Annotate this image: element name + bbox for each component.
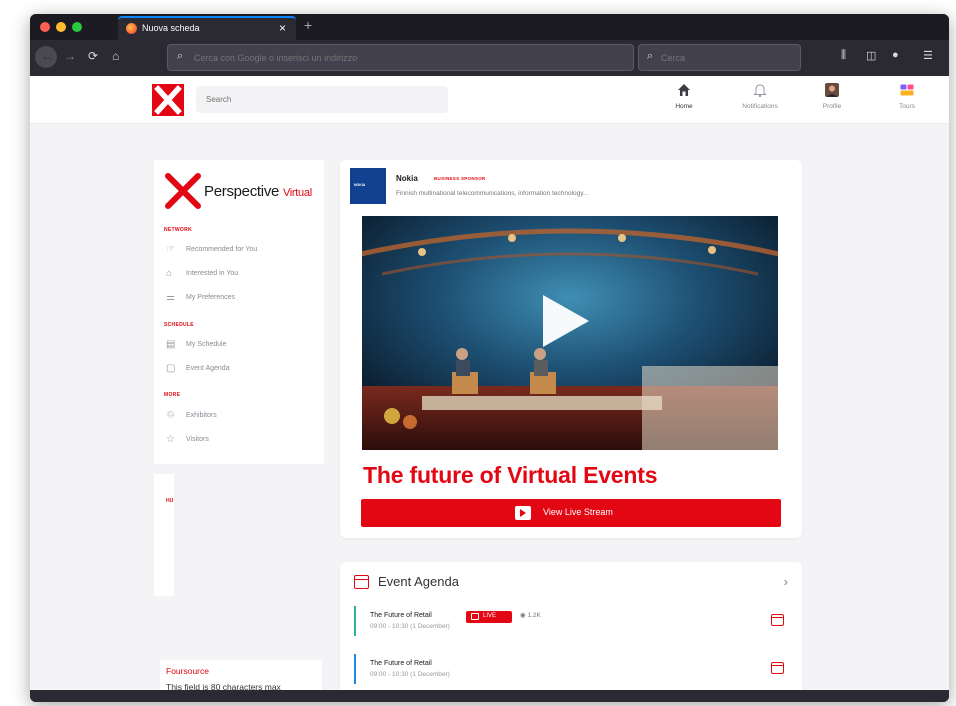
- search-icon: ⌕: [647, 50, 654, 62]
- calendar-icon: [354, 575, 369, 589]
- eye-icon: ◉: [520, 612, 526, 619]
- home-browser-icon[interactable]: ⌂: [112, 49, 119, 63]
- sidebar-item-preferences[interactable]: ⚌ My Preferences: [166, 290, 316, 306]
- nav-notifications[interactable]: Notifications: [728, 82, 792, 120]
- view-live-stream-button[interactable]: View Live Stream: [361, 499, 781, 527]
- tours-icon: [900, 84, 914, 96]
- live-stream-icon: [515, 506, 531, 520]
- sidebar-item-visitors[interactable]: ☆ Visitors: [166, 432, 316, 448]
- event-agenda-card: Event Agenda › The Future of Retail LIVE…: [340, 562, 802, 690]
- site-header: Home Notifications Profile: [30, 76, 949, 124]
- event-title: The future of Virtual Events: [363, 462, 658, 488]
- agenda-title: Event Agenda: [378, 574, 459, 589]
- nav-profile-label: Profile: [822, 103, 842, 110]
- site-search-input[interactable]: [196, 86, 448, 113]
- sidebar-item-my-schedule[interactable]: ▤ My Schedule: [166, 337, 316, 353]
- sidebar-item-event-agenda[interactable]: ▢ Event Agenda: [166, 361, 316, 377]
- nav-home-label: Home: [675, 103, 693, 110]
- tab-new-tab[interactable]: Nuova scheda ×: [118, 16, 296, 40]
- nav-home[interactable]: Home: [652, 82, 716, 120]
- account-icon[interactable]: ●: [892, 49, 899, 61]
- url-bar[interactable]: ⌕: [167, 44, 634, 71]
- sidebar-toggle-icon[interactable]: ◫: [866, 49, 876, 62]
- sidebar-item-exhibitors[interactable]: ♲ Exhibitors: [166, 408, 316, 424]
- agenda-row-indicator: [354, 606, 356, 636]
- reload-icon[interactable]: ⟳: [88, 49, 98, 63]
- sponsor-description: Finnish multinational telecommunications…: [396, 190, 589, 197]
- foursource-title[interactable]: Foursource: [166, 666, 209, 676]
- agenda-row-time: 09:00 - 10:30 (1 December): [370, 623, 450, 630]
- sponsor-name[interactable]: Nokia: [396, 174, 418, 183]
- section-more: MORE: [164, 392, 181, 398]
- agenda-row-title: The Future of Retail: [370, 612, 432, 619]
- window-bottom-edge: [30, 690, 949, 702]
- handshake-icon: ♲: [166, 410, 175, 421]
- calendar-check-icon: ▤: [166, 339, 176, 350]
- back-arrow-icon: ←: [41, 49, 53, 63]
- agenda-row[interactable]: The Future of Retail 09:00 - 10:30 (1 De…: [354, 654, 790, 684]
- secondary-sidebar-card: HU: [154, 474, 174, 596]
- tab-bar: Nuova scheda × +: [30, 14, 949, 40]
- calendar-icon: ▢: [166, 363, 176, 374]
- foursource-card: Foursource This field is 80 characters m…: [160, 660, 322, 690]
- nav-profile[interactable]: Profile: [800, 82, 864, 120]
- home-outline-icon: ⌂: [166, 268, 173, 279]
- sponsor-logo-text: NOKIA: [354, 183, 366, 187]
- star-icon: ☆: [166, 434, 175, 445]
- agenda-row-title: The Future of Retail: [370, 660, 432, 667]
- play-icon[interactable]: [543, 295, 589, 347]
- search-input[interactable]: [661, 51, 791, 65]
- sidebar-item-recommended[interactable]: ☞ Recommended for You: [166, 242, 316, 258]
- agenda-row-time: 09:00 - 10:30 (1 December): [370, 671, 450, 678]
- brand-name: Perspective Virtual: [204, 183, 312, 200]
- sliders-icon: ⚌: [166, 292, 175, 303]
- search-icon: ⌕: [177, 50, 184, 62]
- site-logo[interactable]: [152, 84, 184, 116]
- minimize-window-dot[interactable]: [56, 22, 66, 32]
- avatar-icon: [825, 83, 839, 97]
- navigation-toolbar: ← → ⟳ ⌂ ⌕ ⌕ ⫼ ◫ ● ☰: [30, 40, 949, 76]
- sponsor-badge: BUSINESS SPONSOR: [434, 176, 486, 181]
- live-badge: LIVE: [466, 611, 512, 623]
- menu-icon[interactable]: ☰: [923, 49, 933, 62]
- thumbs-up-icon: ☞: [166, 244, 175, 255]
- sidebar-item-interested[interactable]: ⌂ Interested in You: [166, 266, 316, 282]
- search-bar[interactable]: ⌕: [638, 44, 801, 71]
- browser-window: Nuova scheda × + ← → ⟳ ⌂ ⌕ ⌕ ⫼ ◫ ● ☰: [30, 14, 949, 702]
- section-schedule: SCHEDULE: [164, 322, 194, 328]
- close-window-dot[interactable]: [40, 22, 50, 32]
- forward-arrow-icon[interactable]: →: [64, 49, 76, 63]
- agenda-row[interactable]: The Future of Retail LIVE ◉ 1.2K 09:00 -…: [354, 606, 790, 636]
- tab-title: Nuova scheda: [142, 23, 200, 33]
- x-logo-icon: [154, 85, 182, 115]
- maximize-window-dot[interactable]: [72, 22, 82, 32]
- nav-tours[interactable]: Tours: [875, 82, 939, 120]
- secondary-card-label: HU: [166, 498, 174, 504]
- brand-x-icon: [165, 173, 201, 209]
- viewer-count: ◉ 1.2K: [520, 612, 541, 619]
- sidebar-menu: Perspective Virtual NETWORK ☞ Recommende…: [154, 160, 324, 464]
- brand-logo[interactable]: Perspective Virtual: [164, 172, 329, 210]
- video-player[interactable]: [362, 216, 778, 450]
- library-icon[interactable]: ⫼: [841, 49, 846, 62]
- url-input[interactable]: [194, 50, 614, 65]
- page-content: Home Notifications Profile: [30, 76, 949, 690]
- firefox-icon: [126, 23, 137, 34]
- agenda-row-indicator: [354, 654, 356, 684]
- add-to-calendar-icon[interactable]: [771, 662, 784, 674]
- live-tv-icon: [471, 613, 479, 620]
- sponsor-card: NOKIA Nokia BUSINESS SPONSOR Finnish mul…: [340, 160, 802, 538]
- new-tab-plus-icon[interactable]: +: [304, 17, 312, 33]
- section-network: NETWORK: [164, 227, 192, 233]
- home-icon: [678, 84, 690, 96]
- chevron-right-icon[interactable]: ›: [784, 574, 788, 589]
- view-live-stream-label: View Live Stream: [543, 507, 613, 517]
- nav-tours-label: Tours: [899, 103, 915, 110]
- bell-icon: [753, 84, 767, 98]
- close-tab-icon[interactable]: ×: [279, 21, 286, 35]
- nav-notifications-label: Notifications: [742, 103, 778, 110]
- foursource-text: This field is 80 characters max: [166, 682, 281, 690]
- sponsor-logo[interactable]: NOKIA: [350, 168, 386, 204]
- add-to-calendar-icon[interactable]: [771, 614, 784, 626]
